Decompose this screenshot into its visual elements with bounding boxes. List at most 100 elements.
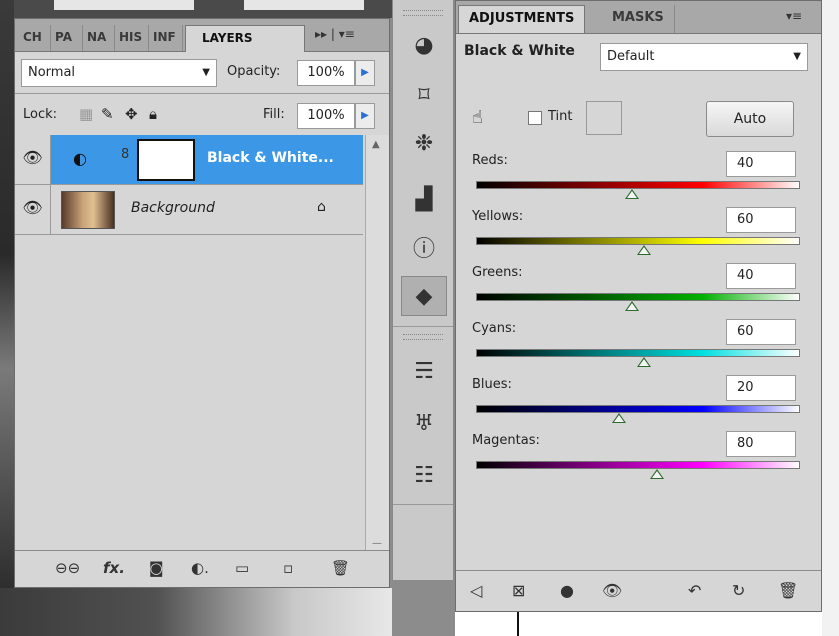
tint-checkbox[interactable] (528, 111, 542, 125)
tint-label: Tint (548, 109, 573, 124)
fill-field[interactable]: 100% (297, 103, 355, 129)
clip-to-layer-icon[interactable]: ⊠ (512, 581, 525, 600)
preset-value: Default (607, 49, 655, 64)
new-layer-icon[interactable]: ▫ (283, 559, 293, 577)
document-canvas-left (0, 0, 14, 636)
eye-icon[interactable]: 👁︎ (15, 135, 51, 184)
dock-grip[interactable] (403, 10, 443, 16)
layer-mask-thumbnail[interactable] (137, 139, 195, 181)
slider-value-field[interactable]: 40 (726, 151, 796, 177)
blend-mode-select[interactable]: Normal ▼ (21, 59, 217, 87)
slider-thumb[interactable] (611, 413, 626, 423)
slider-track[interactable] (476, 461, 800, 469)
slider-value-field[interactable]: 20 (726, 375, 796, 401)
eye-icon[interactable]: 👁︎ (15, 185, 51, 234)
navigator-icon[interactable]: ❉ (401, 124, 447, 164)
tab-info[interactable]: INF (149, 25, 183, 51)
document-canvas-top (14, 0, 392, 18)
scroll-up-icon[interactable]: ▲ (372, 139, 380, 150)
blend-row: Normal ▼ Opacity: 100% ▶ (15, 53, 389, 89)
layer-name[interactable]: Black & White... (207, 150, 334, 166)
slider-label: Reds: (472, 153, 508, 168)
previous-state-icon[interactable]: ↶ (688, 581, 701, 600)
fill-stepper[interactable]: ▶ (355, 103, 375, 129)
color-icon[interactable]: ◕ (401, 26, 447, 66)
slider-value-field[interactable]: 80 (726, 431, 796, 457)
tool-presets-icon[interactable]: ♅ (401, 404, 447, 444)
tab-navigator[interactable]: NA (83, 25, 115, 51)
visibility-icon[interactable]: 👁︎ (602, 581, 622, 600)
back-arrow-icon[interactable]: ◁ (470, 581, 482, 600)
transform-icon[interactable]: ⌑ (401, 76, 447, 116)
tab-layers[interactable]: LAYERS (185, 25, 305, 52)
panel-menu-icon[interactable]: ▾≡ (786, 9, 802, 23)
lock-row: Lock: ▦ ✎ ✥ 🔒︎ Fill: 100% ▶ (15, 101, 389, 131)
divider (393, 326, 453, 327)
slider-value-field[interactable]: 60 (726, 207, 796, 233)
tab-history[interactable]: HIS (115, 25, 149, 51)
tab-channels[interactable]: CH (19, 25, 51, 51)
slider-value-field[interactable]: 40 (726, 263, 796, 289)
lock-pixels-icon[interactable]: ✎ (101, 105, 114, 123)
adjustments-tabs: ADJUSTMENTS MASKS ▾≡ (456, 1, 821, 34)
lock-all-icon[interactable]: 🔒︎ (149, 105, 157, 123)
fill-label: Fill: (263, 107, 285, 122)
link-icon[interactable]: 8 (121, 147, 129, 162)
layers-icon[interactable]: ◆ (401, 276, 447, 316)
tab-paths[interactable]: PA (51, 25, 83, 51)
slider-label: Greens: (472, 265, 523, 280)
opacity-field[interactable]: 100% (297, 60, 355, 86)
layers-panel: CH PA NA HIS INF LAYERS ▸▸ | ▾≡ Normal ▼… (14, 18, 390, 588)
fx-icon[interactable]: fx. (103, 559, 125, 577)
info-icon[interactable]: ⓘ (401, 230, 447, 270)
histogram-icon[interactable]: ▟ (401, 180, 447, 220)
dock-grip[interactable] (403, 334, 443, 340)
slider-track[interactable] (476, 181, 800, 189)
new-adjustment-icon[interactable]: ◐. (191, 559, 209, 577)
tab-adjustments[interactable]: ADJUSTMENTS (458, 5, 586, 33)
reset-icon[interactable]: ↻ (732, 581, 745, 600)
slider-thumb[interactable] (637, 357, 652, 367)
tint-color-swatch[interactable] (586, 101, 622, 135)
slider-thumb[interactable] (624, 301, 639, 311)
new-group-icon[interactable]: ▭ (235, 559, 249, 577)
adjustment-layer-icon: ◐ (73, 149, 87, 168)
slider-thumb[interactable] (624, 189, 639, 199)
slider-label: Blues: (472, 377, 512, 392)
layer-row-black-white[interactable]: 👁︎ ◐ 8 Black & White... (15, 135, 363, 185)
chevron-down-icon: ▼ (793, 51, 801, 62)
add-mask-icon[interactable]: ◙ (149, 559, 164, 577)
slider-label: Cyans: (472, 321, 517, 336)
slider-label: Magentas: (472, 433, 540, 448)
lock-position-icon[interactable]: ✥ (125, 105, 138, 123)
layers-scrollbar[interactable]: ▲ — (365, 135, 389, 553)
tab-masks[interactable]: MASKS (602, 5, 675, 33)
lock-transparency-icon[interactable]: ▦ (79, 105, 93, 123)
link-layers-icon[interactable]: ⊖⊖ (55, 559, 80, 577)
auto-button[interactable]: Auto (706, 101, 794, 137)
actions-icon[interactable]: ☷ (401, 456, 447, 496)
divider (15, 93, 389, 94)
slider-track[interactable] (476, 349, 800, 357)
panel-dock: ◕ ⌑ ❉ ▟ ⓘ ◆ ☴ ♅ ☷ (392, 0, 454, 580)
slider-track[interactable] (476, 293, 800, 301)
opacity-stepper[interactable]: ▶ (355, 60, 375, 86)
slider-label: Yellows: (472, 209, 524, 224)
slider-thumb[interactable] (637, 245, 652, 255)
brushes-icon[interactable]: ☴ (401, 352, 447, 392)
scroll-down-icon[interactable]: — (372, 538, 382, 549)
slider-value-field[interactable]: 60 (726, 319, 796, 345)
layer-row-background[interactable]: 👁︎ Background ⌂ (15, 185, 363, 235)
delete-icon[interactable]: 🗑︎ (331, 559, 350, 577)
adjustments-footer: ◁ ⊠ ● 👁︎ ↶ ↻ 🗑︎ (456, 570, 821, 611)
delete-icon[interactable]: 🗑︎ (778, 581, 798, 600)
layer-name[interactable]: Background (131, 200, 215, 216)
slider-track[interactable] (476, 405, 800, 413)
slider-thumb[interactable] (650, 469, 665, 479)
targeted-adjustment-icon[interactable]: ☝︎ (472, 107, 483, 128)
photo-thumbnail (61, 191, 115, 229)
slider-track[interactable] (476, 237, 800, 245)
mask-icon[interactable]: ● (560, 581, 574, 600)
panel-menu-button[interactable]: ▸▸ | ▾≡ (315, 27, 355, 41)
preset-select[interactable]: Default ▼ (600, 43, 808, 71)
